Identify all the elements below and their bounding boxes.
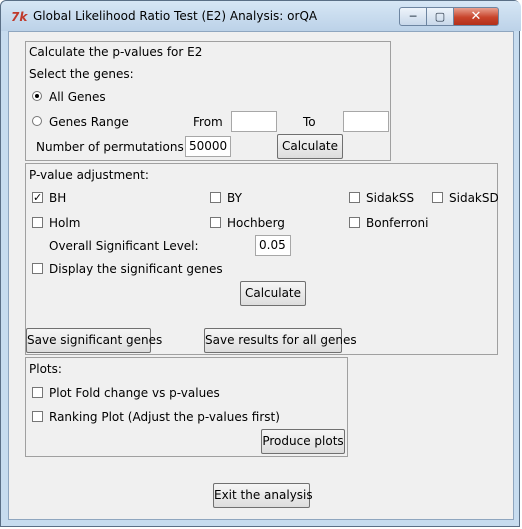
- genes-range-label: Genes Range: [49, 115, 129, 129]
- ranking-plot-label: Ranking Plot (Adjust the p-values first): [49, 410, 280, 424]
- save-all-results-button[interactable]: Save results for all genes: [204, 328, 357, 353]
- sidakss-checkbox[interactable]: [349, 192, 360, 203]
- pvalues-heading: Calculate the p-values for E2: [29, 45, 203, 59]
- select-genes-label: Select the genes:: [29, 67, 134, 81]
- maximize-button[interactable]: ▢: [426, 7, 454, 26]
- display-significant-checkbox[interactable]: [32, 263, 43, 274]
- display-significant-label: Display the significant genes: [49, 262, 223, 276]
- title-bar[interactable]: 7k Global Likelihood Ratio Test (E2) Ana…: [1, 1, 521, 31]
- save-significant-genes-button[interactable]: Save significant genes: [26, 328, 162, 353]
- all-genes-radio[interactable]: [32, 91, 42, 101]
- fold-change-plot-label: Plot Fold change vs p-values: [49, 386, 220, 400]
- permutations-label: Number of permutations:: [36, 140, 188, 154]
- bh-checkbox[interactable]: ✓: [32, 192, 43, 203]
- fold-change-plot-checkbox[interactable]: [32, 387, 43, 398]
- hochberg-checkbox[interactable]: [210, 217, 221, 228]
- to-input[interactable]: [343, 111, 389, 132]
- significance-level-label: Overall Significant Level:: [49, 239, 199, 253]
- close-button[interactable]: ✕: [453, 7, 499, 26]
- bh-label: BH: [49, 191, 67, 205]
- sidaksd-checkbox[interactable]: [432, 192, 443, 203]
- app-window: 7k Global Likelihood Ratio Test (E2) Ana…: [0, 0, 521, 527]
- calculate-pvalues-button[interactable]: Calculate: [277, 134, 343, 159]
- by-checkbox[interactable]: [210, 192, 221, 203]
- from-input[interactable]: [231, 111, 277, 132]
- to-label: To: [303, 115, 316, 129]
- adjustment-heading: P-value adjustment:: [29, 168, 149, 182]
- exit-analysis-button[interactable]: Exit the analysis: [213, 483, 313, 508]
- permutations-input[interactable]: 50000: [185, 136, 231, 157]
- genes-range-radio[interactable]: [32, 116, 42, 126]
- holm-checkbox[interactable]: [32, 217, 43, 228]
- produce-plots-button[interactable]: Produce plots: [261, 429, 345, 454]
- sidaksd-label: SidakSD: [449, 191, 499, 205]
- holm-label: Holm: [49, 216, 81, 230]
- from-label: From: [193, 115, 223, 129]
- ranking-plot-checkbox[interactable]: [32, 411, 43, 422]
- significance-level-input[interactable]: 0.05: [255, 235, 291, 256]
- hochberg-label: Hochberg: [227, 216, 285, 230]
- minimize-button[interactable]: ─: [399, 7, 427, 26]
- bonferroni-label: Bonferroni: [366, 216, 429, 230]
- sidakss-label: SidakSS: [366, 191, 415, 205]
- client-area: Calculate the p-values for E2 Select the…: [8, 31, 514, 520]
- tk-feather-icon: 7k: [11, 10, 28, 24]
- by-label: BY: [227, 191, 242, 205]
- plots-heading: Plots:: [29, 362, 62, 376]
- all-genes-label: All Genes: [49, 90, 106, 104]
- bonferroni-checkbox[interactable]: [349, 217, 360, 228]
- adjustment-group: [25, 163, 498, 355]
- window-title: Global Likelihood Ratio Test (E2) Analys…: [33, 9, 318, 23]
- calculate-adjustment-button[interactable]: Calculate: [240, 281, 306, 306]
